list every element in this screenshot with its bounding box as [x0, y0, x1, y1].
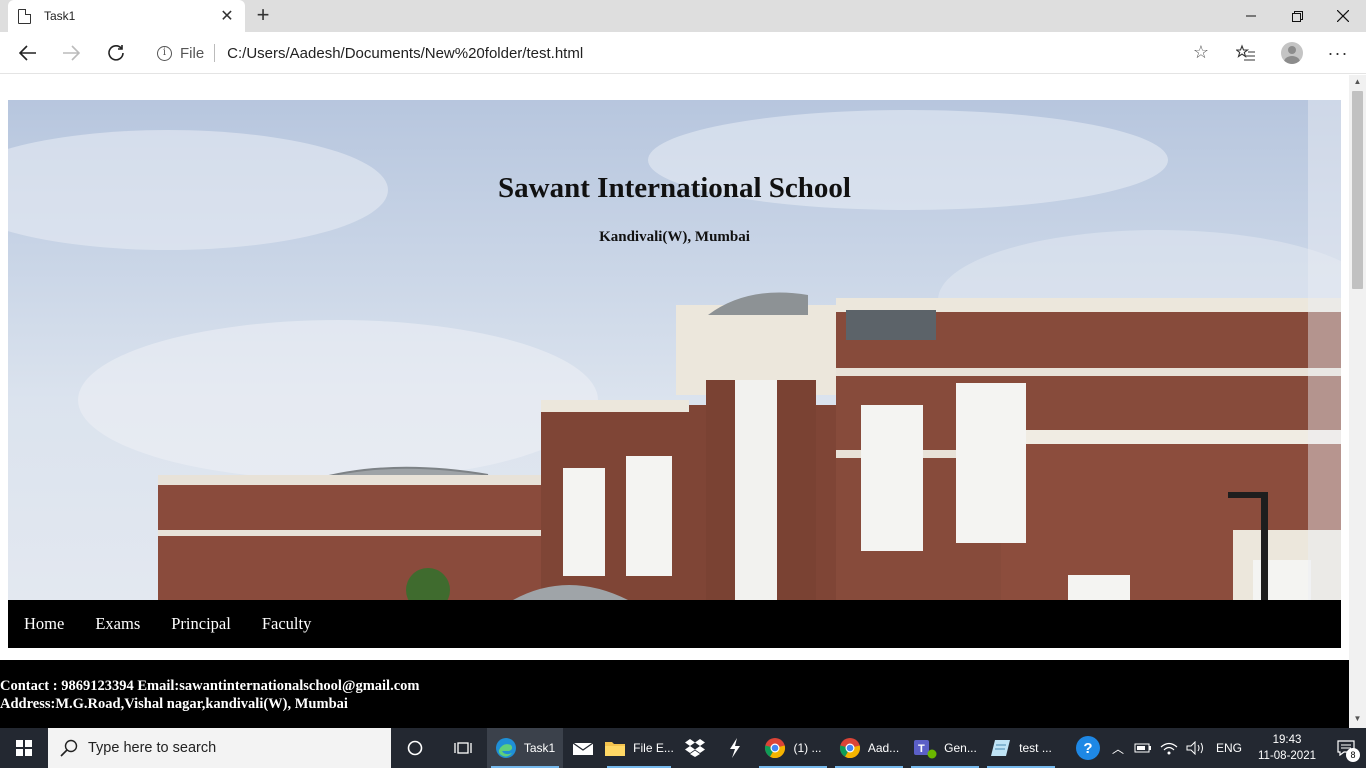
scroll-down-arrow-icon[interactable]: ▼ — [1349, 714, 1366, 726]
folder-icon — [605, 742, 626, 756]
page-icon — [18, 8, 31, 24]
search-placeholder: Type here to search — [88, 740, 217, 756]
more-icon[interactable]: ··· — [1328, 43, 1349, 64]
taskbar-app-chrome-2[interactable]: Aad... — [831, 728, 907, 768]
contact-footer: Contact : 9869123394 Email:sawantinterna… — [0, 660, 1349, 728]
tab-close-icon[interactable]: ✕ — [219, 6, 235, 26]
avatar[interactable] — [1281, 42, 1303, 64]
cortana-circle-icon — [407, 740, 423, 756]
notification-count-badge: 8 — [1346, 748, 1360, 762]
restore-button[interactable] — [1274, 0, 1320, 32]
page-scrollbar[interactable]: ▲ ▼ — [1349, 75, 1366, 728]
close-icon — [1337, 10, 1349, 22]
notification-center-button[interactable]: 8 — [1326, 728, 1366, 768]
minimize-button[interactable] — [1228, 0, 1274, 32]
taskbar-app-edge[interactable]: Task1 — [487, 728, 563, 768]
back-arrow-icon — [19, 45, 36, 61]
teams-label: Gen... — [944, 741, 977, 755]
page-viewport: Sawant International School Kandivali(W)… — [0, 75, 1349, 728]
chrome-icon — [839, 738, 860, 759]
edge-icon — [495, 738, 516, 758]
nav-exams-link[interactable]: Exams — [95, 614, 140, 634]
forward-arrow-icon — [63, 45, 80, 61]
task-view-button[interactable] — [439, 728, 487, 768]
chrome-1-label: (1) ... — [793, 741, 822, 755]
favorites-list-icon — [1236, 44, 1255, 61]
chrome-2-label: Aad... — [867, 741, 900, 755]
taskbar-app-lightning[interactable] — [715, 728, 755, 768]
restore-icon — [1291, 10, 1303, 22]
nav-faculty-link[interactable]: Faculty — [262, 614, 312, 634]
battery-icon[interactable] — [1134, 742, 1152, 754]
dropbox-icon — [685, 739, 705, 757]
system-tray: ? ︿ ENG 19:43 11-08-2021 8 — [1075, 728, 1366, 768]
taskbar-app-teams[interactable]: T Gen... — [907, 728, 983, 768]
chrome-icon — [765, 738, 786, 759]
browser-tab[interactable]: Task1 ✕ — [8, 0, 245, 32]
address-bar[interactable]: i File C:/Users/Aadesh/Documents/New%20f… — [145, 38, 1217, 68]
main-nav: Home Exams Principal Faculty — [8, 600, 1341, 648]
forward-button[interactable] — [55, 38, 87, 68]
taskbar-app-file-explorer[interactable]: File E... — [603, 728, 675, 768]
back-button[interactable] — [12, 38, 44, 68]
url-text[interactable]: C:/Users/Aadesh/Documents/New%20folder/t… — [227, 45, 583, 62]
chevron-up-icon[interactable]: ︿ — [1112, 740, 1124, 757]
close-window-button[interactable] — [1320, 0, 1366, 32]
mail-icon — [572, 742, 594, 755]
minimize-icon — [1246, 15, 1256, 17]
wifi-icon[interactable] — [1160, 741, 1178, 755]
task-view-icon — [454, 742, 472, 754]
nav-home-link[interactable]: Home — [24, 614, 64, 634]
info-icon[interactable]: i — [157, 45, 172, 61]
taskbar-search-box[interactable]: Type here to search — [48, 728, 391, 768]
file-explorer-label: File E... — [633, 741, 674, 755]
new-tab-button[interactable]: + — [252, 4, 274, 26]
lightning-icon — [730, 738, 740, 758]
clock-date: 11-08-2021 — [1258, 750, 1316, 762]
address-separator — [214, 44, 216, 62]
hero-banner: Sawant International School Kandivali(W)… — [8, 100, 1341, 600]
favorite-star-icon[interactable]: ☆ — [1193, 42, 1209, 63]
taskbar-app-chrome-1[interactable]: (1) ... — [755, 728, 831, 768]
teams-icon: T — [914, 740, 937, 759]
browser-tab-strip: Task1 ✕ + — [0, 0, 1366, 32]
nav-principal-link[interactable]: Principal — [171, 614, 231, 634]
search-icon — [60, 739, 78, 757]
browser-toolbar: i File C:/Users/Aadesh/Documents/New%20f… — [0, 32, 1366, 74]
notepad-icon — [991, 740, 1011, 756]
taskbar-clock[interactable]: 19:43 11-08-2021 — [1258, 732, 1316, 764]
help-icon[interactable]: ? — [1075, 736, 1100, 760]
refresh-icon — [108, 45, 124, 61]
svg-text:T: T — [918, 743, 925, 755]
tab-title: Task1 — [44, 9, 76, 23]
taskbar-app-mail[interactable] — [563, 728, 603, 768]
taskbar-app-notepad[interactable]: test ... — [983, 728, 1059, 768]
scroll-up-arrow-icon[interactable]: ▲ — [1349, 77, 1366, 89]
contact-line: Contact : 9869123394 Email:sawantinterna… — [0, 678, 420, 694]
address-line: Address:M.G.Road,Vishal nagar,kandivali(… — [0, 696, 348, 712]
settings-menu-button[interactable]: ··· — [1322, 38, 1354, 68]
school-title: Sawant International School — [498, 172, 851, 204]
address-scheme-label: File — [180, 44, 205, 62]
language-indicator[interactable]: ENG — [1216, 741, 1242, 755]
volume-icon[interactable] — [1186, 741, 1206, 755]
scroll-thumb[interactable] — [1352, 91, 1363, 289]
start-button[interactable] — [0, 728, 48, 768]
clock-time: 19:43 — [1272, 734, 1302, 746]
cortana-button[interactable] — [391, 728, 439, 768]
favorites-button[interactable] — [1230, 38, 1262, 68]
refresh-button[interactable] — [100, 38, 132, 68]
notepad-label: test ... — [1019, 741, 1052, 755]
school-location: Kandivali(W), Mumbai — [599, 229, 750, 245]
edge-label: Task1 — [523, 741, 556, 755]
profile-button[interactable] — [1276, 38, 1308, 68]
taskbar-app-dropbox[interactable] — [675, 728, 715, 768]
windows-logo-icon — [16, 740, 32, 756]
